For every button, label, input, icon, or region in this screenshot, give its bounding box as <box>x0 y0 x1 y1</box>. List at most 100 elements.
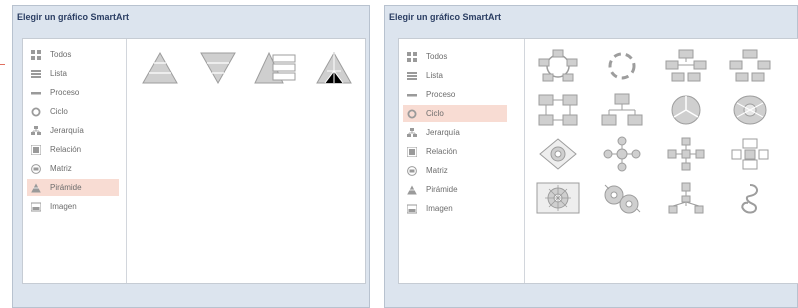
layout-nondirectional-cycle[interactable] <box>727 47 773 85</box>
layout-gear[interactable] <box>535 179 581 217</box>
dialog-title: Elegir un gráfico SmartArt <box>17 12 130 22</box>
all-icon <box>31 49 41 60</box>
category-label: Proceso <box>426 90 456 99</box>
layout-segmented-cycle[interactable] <box>599 47 645 85</box>
category-item-all[interactable]: Todos <box>27 46 119 63</box>
matrix-icon <box>407 165 417 176</box>
radial-cluster-icon <box>667 137 705 171</box>
category-item-list[interactable]: Lista <box>27 65 119 82</box>
layout-radial-venn[interactable] <box>663 179 709 217</box>
list-icon <box>407 71 417 80</box>
category-item-cycle[interactable]: Ciclo <box>403 105 507 122</box>
category-item-pyramid[interactable]: Pirámide <box>403 181 507 198</box>
radial-venn-icon <box>668 182 704 214</box>
basic-pie-icon <box>671 95 701 125</box>
category-item-picture[interactable]: Imagen <box>403 200 507 217</box>
relationship-icon <box>31 144 41 155</box>
category-item-relationship[interactable]: Relación <box>27 141 119 158</box>
diverging-radial-icon <box>539 138 577 170</box>
layout-radial-cluster[interactable] <box>663 135 709 173</box>
category-item-picture[interactable]: Imagen <box>27 198 119 215</box>
category-label: Jerarquía <box>50 126 84 135</box>
spiral-icon <box>741 184 759 214</box>
multidirectional-cycle-icon <box>604 184 641 214</box>
category-list: Todos Lista Proceso Ciclo Jerarquía Relación M… <box>23 39 127 283</box>
category-label: Jerarquía <box>426 128 460 137</box>
basic-cycle-icon <box>538 49 578 82</box>
layout-pyramid-list[interactable] <box>253 49 299 87</box>
hierarchy-icon <box>31 125 41 135</box>
list-icon <box>31 69 41 78</box>
inverted-pyramid-icon <box>200 52 236 85</box>
category-item-all[interactable]: Todos <box>403 48 507 65</box>
layout-text-cycle[interactable] <box>599 91 645 129</box>
dialog-body: Todos Lista Proceso Ciclo Jerarquía Relación M… <box>398 38 798 284</box>
layout-cycle-matrix[interactable] <box>727 135 773 173</box>
dialog-body: Todos Lista Proceso Ciclo Jerarquía Relación M… <box>22 38 366 284</box>
category-item-matrix[interactable]: Matriz <box>27 160 119 177</box>
category-label: Pirámide <box>426 185 458 194</box>
cycle-icon <box>407 109 417 118</box>
basic-pyramid-icon <box>142 51 178 84</box>
radial-cycle-icon <box>603 136 641 172</box>
layout-gallery <box>525 39 798 283</box>
process-icon <box>31 91 41 94</box>
category-label: Matriz <box>50 164 72 173</box>
pyramid-icon <box>407 185 417 194</box>
category-item-matrix[interactable]: Matriz <box>403 162 507 179</box>
category-item-process[interactable]: Proceso <box>27 84 119 101</box>
dialog-title: Elegir un gráfico SmartArt <box>389 12 502 22</box>
layout-block-cycle[interactable] <box>663 47 709 85</box>
layout-basic-radial[interactable] <box>727 91 773 129</box>
pyramid-list-icon <box>254 51 296 84</box>
category-list: Todos Lista Proceso Ciclo Jerarquía Relación M… <box>399 39 525 283</box>
category-label: Proceso <box>50 88 80 97</box>
category-label: Lista <box>426 71 443 80</box>
category-label: Imagen <box>426 204 453 213</box>
category-label: Imagen <box>50 202 77 211</box>
category-label: Relación <box>426 147 458 156</box>
block-cycle-icon <box>665 49 707 82</box>
category-label: Matriz <box>426 166 448 175</box>
category-label: Todos <box>50 50 72 59</box>
cycle-icon <box>31 107 41 116</box>
category-label: Ciclo <box>50 107 68 116</box>
category-label: Todos <box>426 52 448 61</box>
picture-icon <box>31 202 41 211</box>
red-mark <box>0 64 5 65</box>
category-label: Pirámide <box>50 183 82 192</box>
layout-continuous-cycle[interactable] <box>535 91 581 129</box>
category-label: Ciclo <box>426 109 444 118</box>
layout-spiral[interactable] <box>727 179 773 217</box>
layout-gallery <box>127 39 365 283</box>
layout-inverted-pyramid[interactable] <box>195 49 241 87</box>
category-item-cycle[interactable]: Ciclo <box>27 103 119 120</box>
segmented-cycle-icon <box>608 52 636 80</box>
category-item-pyramid[interactable]: Pirámide <box>27 179 119 196</box>
layout-segmented-pyramid[interactable] <box>311 49 357 87</box>
layout-basic-cycle[interactable] <box>535 47 581 85</box>
layout-basic-pyramid[interactable] <box>137 49 183 87</box>
category-item-hierarchy[interactable]: Jerarquía <box>27 122 119 139</box>
category-item-hierarchy[interactable]: Jerarquía <box>403 124 507 141</box>
segmented-pyramid-icon <box>316 51 352 84</box>
nondirectional-cycle-icon <box>729 49 771 82</box>
relationship-icon <box>407 146 417 157</box>
category-item-relationship[interactable]: Relación <box>403 143 507 160</box>
layout-diverging-radial[interactable] <box>535 135 581 173</box>
gear-icon <box>536 182 580 214</box>
category-label: Lista <box>50 69 67 78</box>
layout-multidirectional-cycle[interactable] <box>599 179 645 217</box>
text-cycle-icon <box>601 93 643 126</box>
layout-basic-pie[interactable] <box>663 91 709 129</box>
pyramid-icon <box>31 183 41 192</box>
category-item-list[interactable]: Lista <box>403 67 507 84</box>
category-item-process[interactable]: Proceso <box>403 86 507 103</box>
layout-radial-cycle[interactable] <box>599 135 645 173</box>
basic-radial-icon <box>733 95 767 125</box>
process-icon <box>407 93 417 96</box>
hierarchy-icon <box>407 127 417 137</box>
matrix-icon <box>31 163 41 174</box>
smartart-dialog-cycle: Elegir un gráfico SmartArt Todos Lista Pro… <box>384 5 798 308</box>
continuous-cycle-icon <box>538 94 578 126</box>
